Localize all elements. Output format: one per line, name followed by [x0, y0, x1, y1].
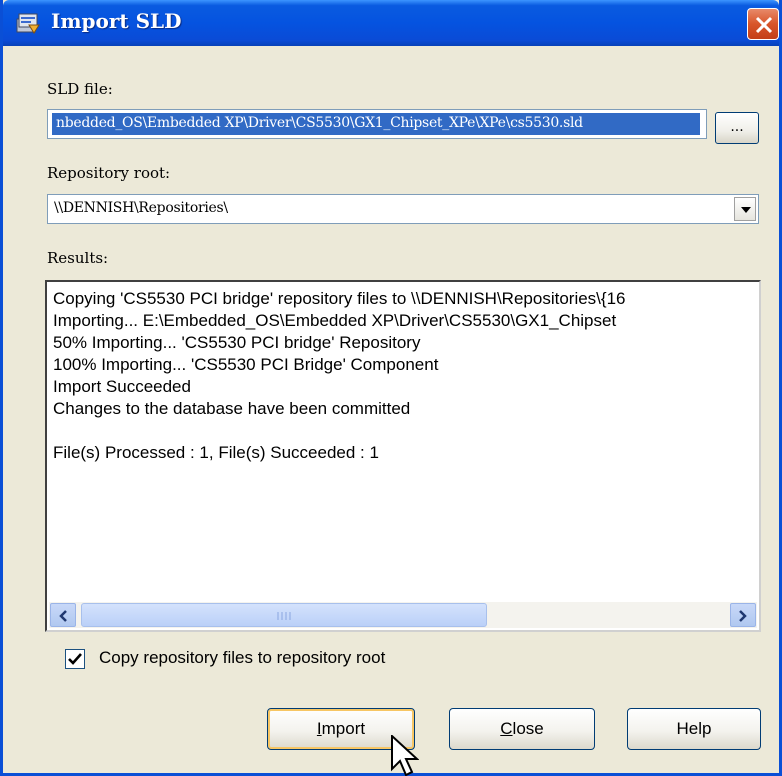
scroll-thumb[interactable]	[81, 603, 487, 627]
checkmark-icon	[68, 653, 82, 665]
results-line: 100% Importing... 'CS5530 PCI Bridge' Co…	[53, 355, 439, 374]
results-textbox[interactable]: Copying 'CS5530 PCI bridge' repository f…	[45, 280, 761, 632]
repository-root-value: \\DENNISH\Repositories\	[54, 200, 228, 216]
close-button[interactable]: Close	[449, 708, 595, 750]
close-icon	[755, 16, 773, 34]
results-line: Importing... E:\Embedded_OS\Embedded XP\…	[53, 311, 617, 330]
results-log: Copying 'CS5530 PCI bridge' repository f…	[53, 288, 755, 464]
horizontal-scrollbar[interactable]	[49, 602, 757, 628]
arrow-right-icon	[739, 610, 747, 622]
grip-icon	[277, 612, 291, 620]
copy-repository-label[interactable]: Copy repository files to repository root	[99, 648, 385, 668]
copy-repository-checkbox[interactable]	[65, 649, 85, 669]
sld-file-input[interactable]: nbedded_OS\Embedded XP\Driver\CS5530\GX1…	[47, 109, 707, 139]
mouse-cursor-icon	[391, 735, 419, 776]
browse-button[interactable]: ...	[715, 112, 759, 144]
import-sld-dialog: Import SLD SLD file: nbedded_OS\Embedded…	[0, 0, 782, 776]
results-line: Import Succeeded	[53, 377, 191, 396]
title-bar[interactable]: Import SLD	[3, 0, 779, 46]
repository-root-combobox[interactable]: \\DENNISH\Repositories\	[47, 194, 759, 224]
results-line: Copying 'CS5530 PCI bridge' repository f…	[53, 289, 626, 308]
chevron-down-icon	[741, 207, 751, 213]
results-line	[53, 420, 755, 442]
scroll-right-button[interactable]	[730, 603, 756, 627]
close-window-button[interactable]	[747, 8, 779, 40]
repository-root-label: Repository root:	[47, 164, 171, 182]
arrow-left-icon	[59, 610, 67, 622]
scroll-left-button[interactable]	[50, 603, 76, 627]
sld-file-value: nbedded_OS\Embedded XP\Driver\CS5530\GX1…	[52, 113, 700, 135]
results-line: File(s) Processed : 1, File(s) Succeeded…	[53, 443, 379, 462]
repository-root-dropdown-button[interactable]	[734, 197, 756, 221]
help-button[interactable]: Help	[627, 708, 761, 750]
results-label: Results:	[47, 249, 109, 267]
results-line: Changes to the database have been commit…	[53, 399, 411, 418]
sld-file-label: SLD file:	[47, 80, 113, 98]
results-line: 50% Importing... 'CS5530 PCI bridge' Rep…	[53, 333, 421, 352]
window-title: Import SLD	[51, 9, 182, 33]
import-sld-icon	[15, 11, 41, 35]
